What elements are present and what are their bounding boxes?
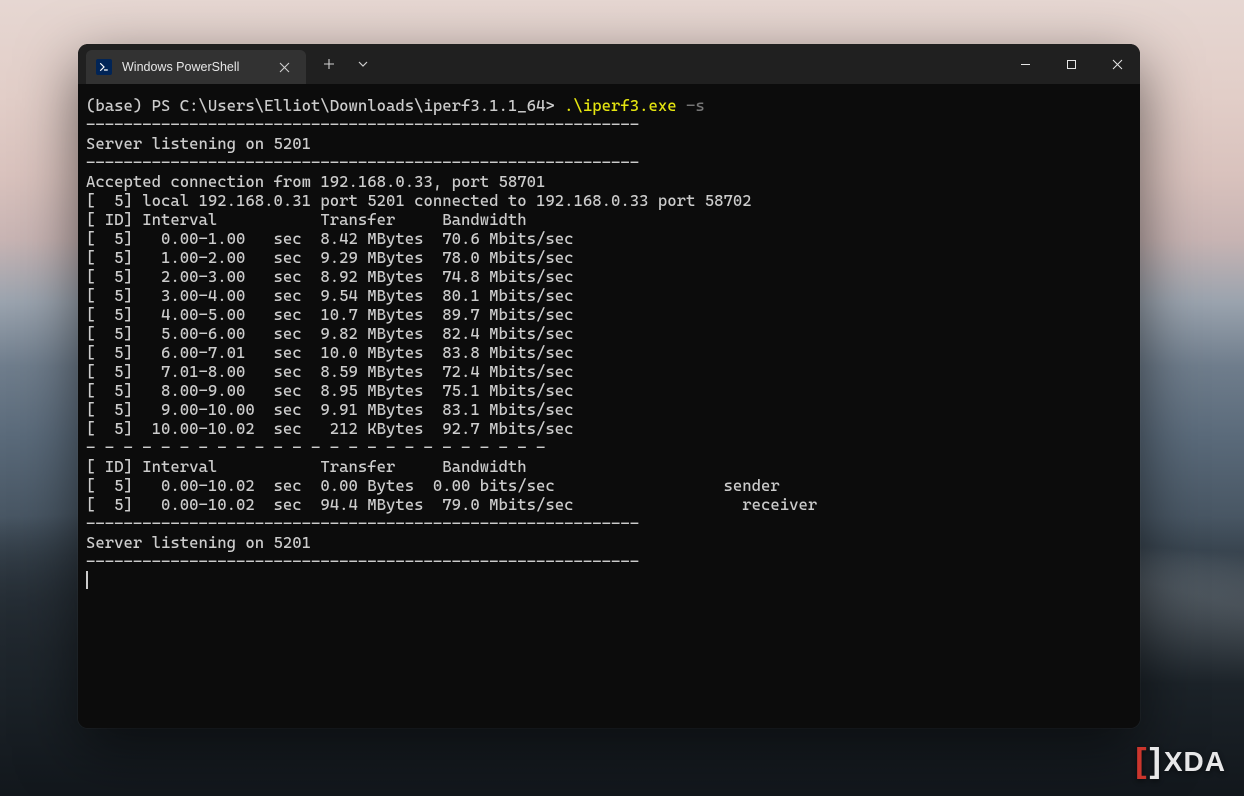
tab-close-button[interactable] (272, 55, 296, 79)
new-tab-button[interactable] (312, 44, 346, 84)
maximize-button[interactable] (1048, 44, 1094, 84)
output-line: [ 5] 9.00-10.00 sec 9.91 MBytes 83.1 Mbi… (86, 400, 574, 419)
output-line: ----------------------------------------… (86, 514, 639, 533)
desktop-wallpaper: Windows PowerShell (0, 0, 1244, 796)
output-line: [ 5] 1.00-2.00 sec 9.29 MBytes 78.0 Mbit… (86, 248, 574, 267)
prompt-command: .\iperf3.exe (564, 96, 677, 115)
terminal-window: Windows PowerShell (78, 44, 1140, 728)
output-line: [ ID] Interval Transfer Bandwidth (86, 210, 527, 229)
output-line: [ 5] 0.00-1.00 sec 8.42 MBytes 70.6 Mbit… (86, 229, 574, 248)
output-line: [ 5] 6.00-7.01 sec 10.0 MBytes 83.8 Mbit… (86, 343, 574, 362)
output-line: [ 5] 3.00-4.00 sec 9.54 MBytes 80.1 Mbit… (86, 286, 574, 305)
output-line: ----------------------------------------… (86, 552, 639, 571)
xda-watermark: [] XDA (1135, 746, 1226, 778)
output-line: [ 5] 4.00-5.00 sec 10.7 MBytes 89.7 Mbit… (86, 305, 574, 324)
tab-title: Windows PowerShell (122, 60, 239, 74)
prompt-argument: -s (677, 96, 705, 115)
tab-dropdown-button[interactable] (346, 44, 380, 84)
powershell-icon (96, 59, 112, 75)
output-line: Server listening on 5201 (86, 134, 311, 153)
bracket-icon: [ (1135, 747, 1147, 775)
tab-powershell[interactable]: Windows PowerShell (86, 50, 306, 84)
output-line: [ 5] 5.00-6.00 sec 9.82 MBytes 82.4 Mbit… (86, 324, 574, 343)
terminal-body[interactable]: (base) PS C:\Users\Elliot\Downloads\iper… (78, 84, 1140, 728)
output-line: [ 5] 8.00-9.00 sec 8.95 MBytes 75.1 Mbit… (86, 381, 574, 400)
output-line: Accepted connection from 192.168.0.33, p… (86, 172, 545, 191)
output-line: ----------------------------------------… (86, 153, 639, 172)
output-line: [ ID] Interval Transfer Bandwidth (86, 457, 527, 476)
output-line: [ 5] 0.00-10.02 sec 94.4 MBytes 79.0 Mbi… (86, 495, 817, 514)
terminal-cursor (86, 571, 88, 589)
output-line: ----------------------------------------… (86, 115, 639, 134)
output-line: [ 5] 2.00-3.00 sec 8.92 MBytes 74.8 Mbit… (86, 267, 574, 286)
output-line: Server listening on 5201 (86, 533, 311, 552)
window-controls (1002, 44, 1140, 84)
output-line: [ 5] 10.00-10.02 sec 212 KBytes 92.7 Mbi… (86, 419, 574, 438)
output-line: [ 5] local 192.168.0.31 port 5201 connec… (86, 191, 752, 210)
output-line: [ 5] 7.01-8.00 sec 8.59 MBytes 72.4 Mbit… (86, 362, 574, 381)
bracket-icon: ] (1150, 747, 1162, 775)
minimize-button[interactable] (1002, 44, 1048, 84)
output-line: [ 5] 0.00-10.02 sec 0.00 Bytes 0.00 bits… (86, 476, 780, 495)
titlebar[interactable]: Windows PowerShell (78, 44, 1140, 84)
prompt-prefix: (base) PS C:\Users\Elliot\Downloads\iper… (86, 96, 564, 115)
output-line: - - - - - - - - - - - - - - - - - - - - … (86, 438, 545, 457)
watermark-text: XDA (1164, 746, 1226, 778)
close-window-button[interactable] (1094, 44, 1140, 84)
